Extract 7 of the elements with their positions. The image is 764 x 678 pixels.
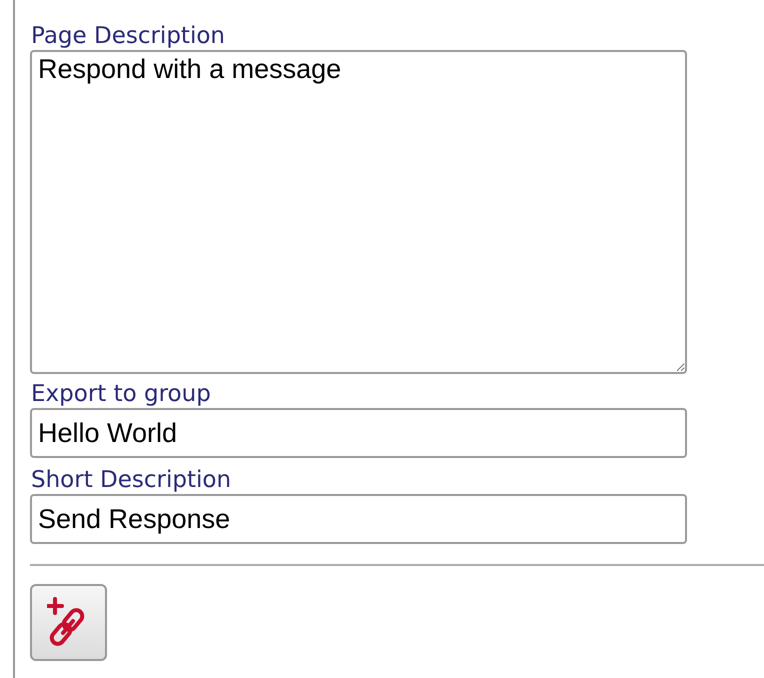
- field-label: Export to group: [31, 380, 211, 408]
- input-field[interactable]: Hello World: [30, 408, 687, 458]
- field-label: Short Description: [31, 466, 232, 494]
- description-field[interactable]: Respond with a message: [30, 50, 687, 374]
- add-link-button[interactable]: [30, 584, 107, 661]
- field-label: Page Description: [31, 22, 225, 50]
- input-field[interactable]: Send Response: [30, 494, 687, 544]
